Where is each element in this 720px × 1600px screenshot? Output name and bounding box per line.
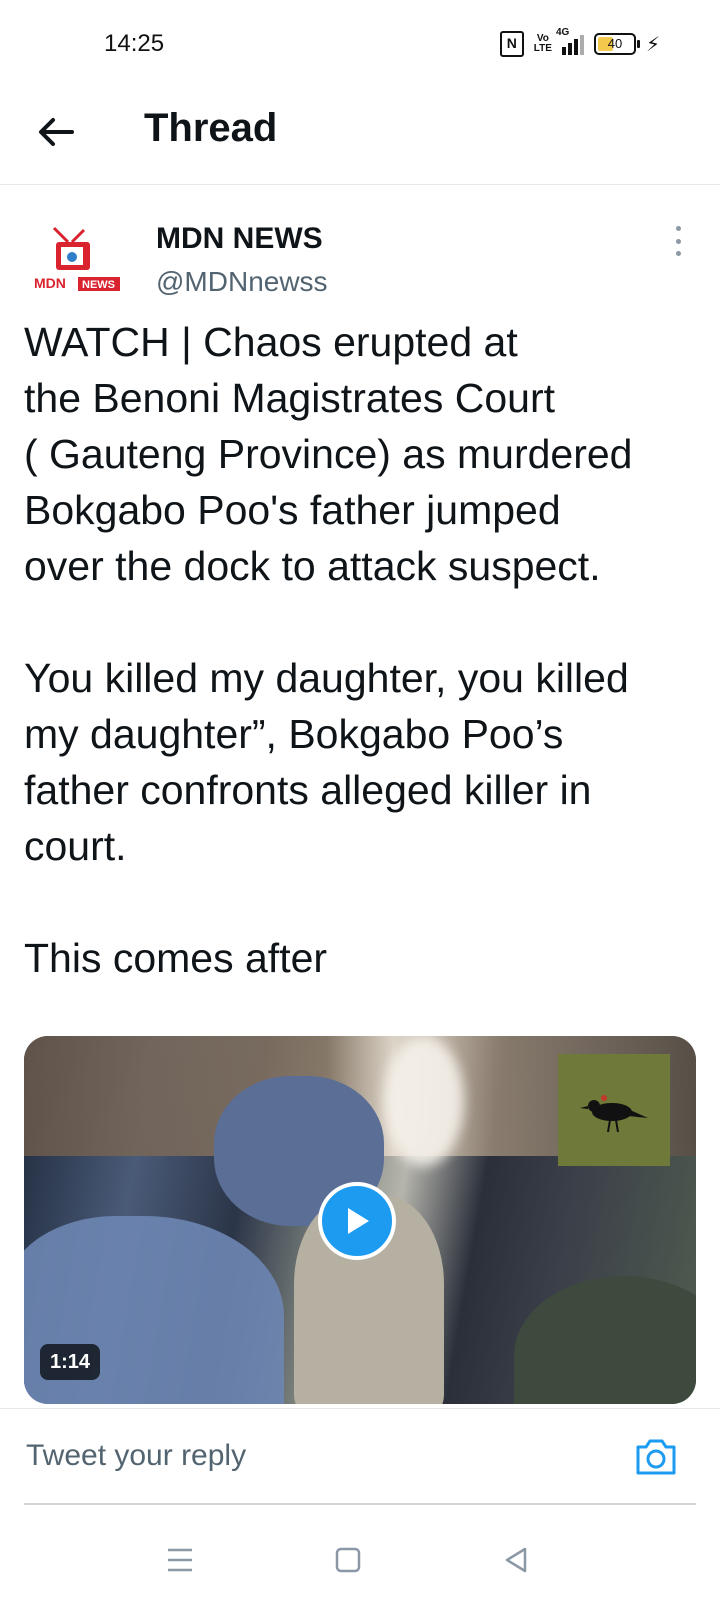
play-icon	[348, 1208, 369, 1234]
more-options-button[interactable]	[670, 226, 686, 256]
channel-watermark	[558, 1054, 670, 1166]
play-button[interactable]	[318, 1182, 396, 1260]
reply-input[interactable]	[24, 1433, 588, 1479]
more-dot	[675, 226, 681, 231]
signal-icon: 4G	[556, 27, 584, 55]
triangle-back-icon	[505, 1547, 527, 1573]
charging-icon: ⚡	[645, 33, 660, 56]
author-name[interactable]: MDN NEWS	[156, 222, 323, 256]
system-back-button[interactable]	[496, 1540, 536, 1580]
reply-bar	[0, 1408, 720, 1505]
tv-logo-icon: MDN NEWS	[34, 226, 120, 291]
arrow-left-icon	[39, 118, 74, 146]
menu-icon	[168, 1548, 192, 1572]
bird-icon	[580, 1095, 648, 1133]
square-home-icon	[335, 1547, 361, 1573]
avatar-logo-text: MDN	[34, 275, 66, 291]
avatar[interactable]: MDN NEWS	[24, 226, 124, 296]
more-dot	[675, 238, 681, 244]
avatar-badge-text: NEWS	[82, 279, 115, 291]
back-button[interactable]	[34, 110, 78, 154]
volte-icon: Vo LTE	[533, 33, 552, 54]
camera-icon	[636, 1439, 676, 1475]
author-handle[interactable]: @MDNnewss	[156, 266, 328, 298]
video-duration: 1:14	[40, 1344, 101, 1380]
reply-underline	[24, 1503, 696, 1505]
tweet-text: WATCH | Chaos erupted at the Benoni Magi…	[24, 319, 633, 981]
battery-level: 40	[607, 36, 623, 51]
header: Thread	[0, 90, 720, 185]
system-nav-bar	[0, 1520, 720, 1600]
page-title: Thread	[144, 106, 278, 150]
home-button[interactable]	[328, 1540, 368, 1580]
status-time: 14:25	[104, 30, 165, 57]
status-bar: 14:25 N Vo LTE 4G 40 ⚡	[0, 0, 720, 90]
more-dot	[675, 251, 681, 256]
nfc-icon: N	[499, 31, 524, 57]
video-player[interactable]: 1:14	[24, 1036, 696, 1404]
menu-button[interactable]	[160, 1540, 200, 1580]
status-icons: N Vo LTE 4G 40 ⚡	[499, 27, 660, 58]
battery-icon: 40	[593, 33, 640, 55]
network-type: 4G	[555, 27, 570, 38]
camera-button[interactable]	[634, 1437, 678, 1477]
